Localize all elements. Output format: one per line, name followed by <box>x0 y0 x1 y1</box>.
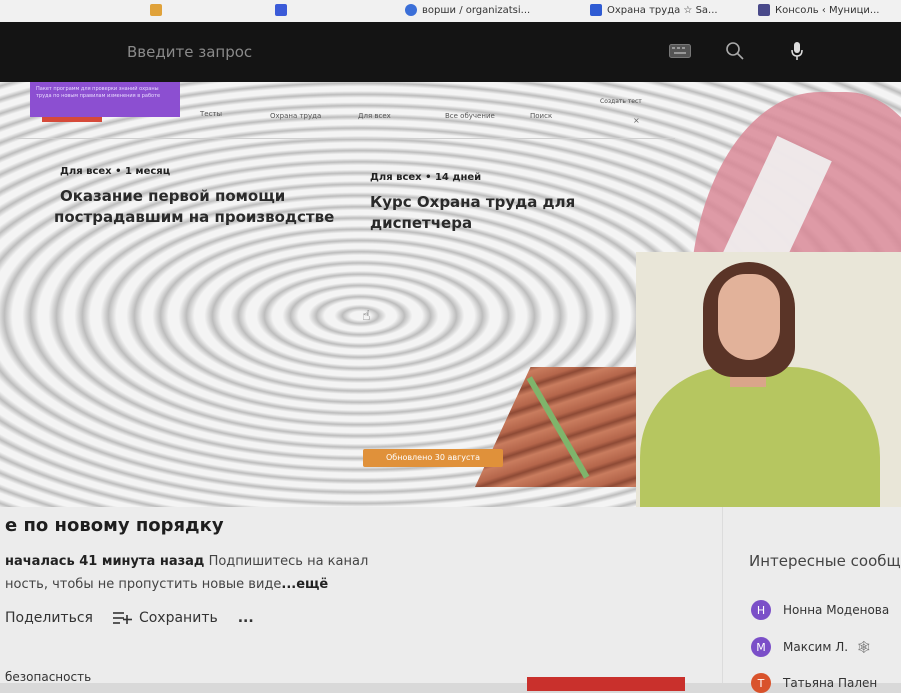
show-more-link[interactable]: ...ещё <box>281 577 328 592</box>
description-text: ность, чтобы не пропустить новые виде <box>5 577 282 592</box>
updated-badge: Обновлено 30 августа <box>363 449 503 467</box>
comment-item[interactable]: М Максим Л. 🕸 <box>751 637 871 657</box>
bookmark-placeholder-2[interactable] <box>275 4 292 16</box>
video-tag[interactable]: безопасность <box>5 670 91 684</box>
search-icon[interactable] <box>720 36 750 66</box>
promo-banner: Пакет программ для проверки знаний охран… <box>30 82 180 117</box>
avatar: Т <box>751 673 771 693</box>
promo-button <box>42 117 102 122</box>
presenter-body <box>640 367 880 507</box>
action-row: Поделиться Сохранить ... <box>5 610 254 626</box>
course-meta: Для всех • 1 месяц <box>60 166 171 177</box>
bookmarks-bar: ворши / organizatsi... Охрана труда ☆ Sa… <box>0 0 901 22</box>
filter-search: Поиск <box>530 112 553 120</box>
course-card-0: Для всех • 1 месяц Оказание первой помощ… <box>54 166 334 228</box>
bookmark-placeholder-1[interactable] <box>150 4 167 16</box>
close-icon: × <box>633 116 640 125</box>
save-button[interactable]: Сохранить <box>112 610 218 626</box>
bookmark-label: Консоль ‹ Муници... <box>775 4 880 16</box>
comment-item[interactable]: Т Татьяна Пален <box>751 673 877 693</box>
video-description-line2: ность, чтобы не пропустить новые виде...… <box>5 577 328 592</box>
bookmark-item-1[interactable]: Охрана труда ☆ Sa... <box>590 4 718 16</box>
comment-author: Нонна Моденова <box>783 603 890 617</box>
filter-audience: Для всех <box>358 112 391 120</box>
side-panel: Интересные сообщ Н Нонна Моденова М Макс… <box>722 507 901 693</box>
playlist-add-icon <box>112 612 132 624</box>
subscribe-button[interactable] <box>527 677 685 691</box>
chart-icon <box>758 4 770 16</box>
course-title-line2: пострадавшим на производстве <box>54 208 335 226</box>
video-player[interactable]: Пакет программ для проверки знаний охран… <box>0 82 901 507</box>
subscribe-text: Подпишитесь на канал <box>208 554 369 569</box>
filter-safety: Охрана труда <box>270 112 322 120</box>
comment-author: Максим Л. <box>783 640 849 654</box>
comment-item[interactable]: Н Нонна Моденова <box>751 600 889 620</box>
folder-icon <box>150 4 162 16</box>
side-panel-title: Интересные сообщ <box>749 552 901 570</box>
save-label: Сохранить <box>138 610 218 626</box>
bookmark-item-2[interactable]: Консоль ‹ Муници... <box>758 4 879 16</box>
doc-icon <box>275 4 287 16</box>
spider-web-icon: 🕸 <box>856 640 872 654</box>
bookmark-item-0[interactable]: ворши / organizatsi... <box>405 4 530 16</box>
create-test-link: Создать тест <box>600 98 642 105</box>
more-actions-button[interactable]: ... <box>238 610 254 626</box>
share-button[interactable]: Поделиться <box>5 610 93 626</box>
course-title-line2: диспетчера <box>370 214 473 232</box>
hand-cursor-icon: ☝ <box>362 308 371 324</box>
course-meta: Для всех • 14 дней <box>370 172 482 183</box>
bookmark-label: Охрана труда ☆ Sa... <box>607 4 718 16</box>
stream-started: началась 41 минута назад <box>5 554 205 569</box>
video-details: е по новому порядку началась 41 минута н… <box>0 507 901 693</box>
filter-tests: Тесты <box>200 110 223 118</box>
bookmark-label: ворши / organizatsi... <box>422 4 531 16</box>
search-input[interactable] <box>125 36 649 68</box>
avatar: М <box>751 637 771 657</box>
filter-all-training: Все обучение <box>445 112 495 120</box>
course-card-1: Для всех • 14 дней Курс Охрана труда для… <box>370 172 575 234</box>
search-bar <box>0 22 901 82</box>
avatar: Н <box>751 600 771 620</box>
bookmark-icon <box>590 4 602 16</box>
microphone-icon[interactable] <box>782 36 812 66</box>
course-title-line1: Курс Охрана труда для <box>370 193 576 211</box>
pipes-image <box>475 367 660 487</box>
presenter-face <box>718 274 780 360</box>
divider <box>15 138 675 139</box>
video-description-line1: началась 41 минута назад Подпишитесь на … <box>5 554 368 569</box>
keyboard-icon[interactable] <box>665 36 695 66</box>
globe-icon <box>405 4 417 16</box>
course-title-line1: Оказание первой помощи <box>60 187 286 205</box>
comment-author: Татьяна Пален <box>783 676 878 690</box>
video-title: е по новому порядку <box>5 515 224 536</box>
